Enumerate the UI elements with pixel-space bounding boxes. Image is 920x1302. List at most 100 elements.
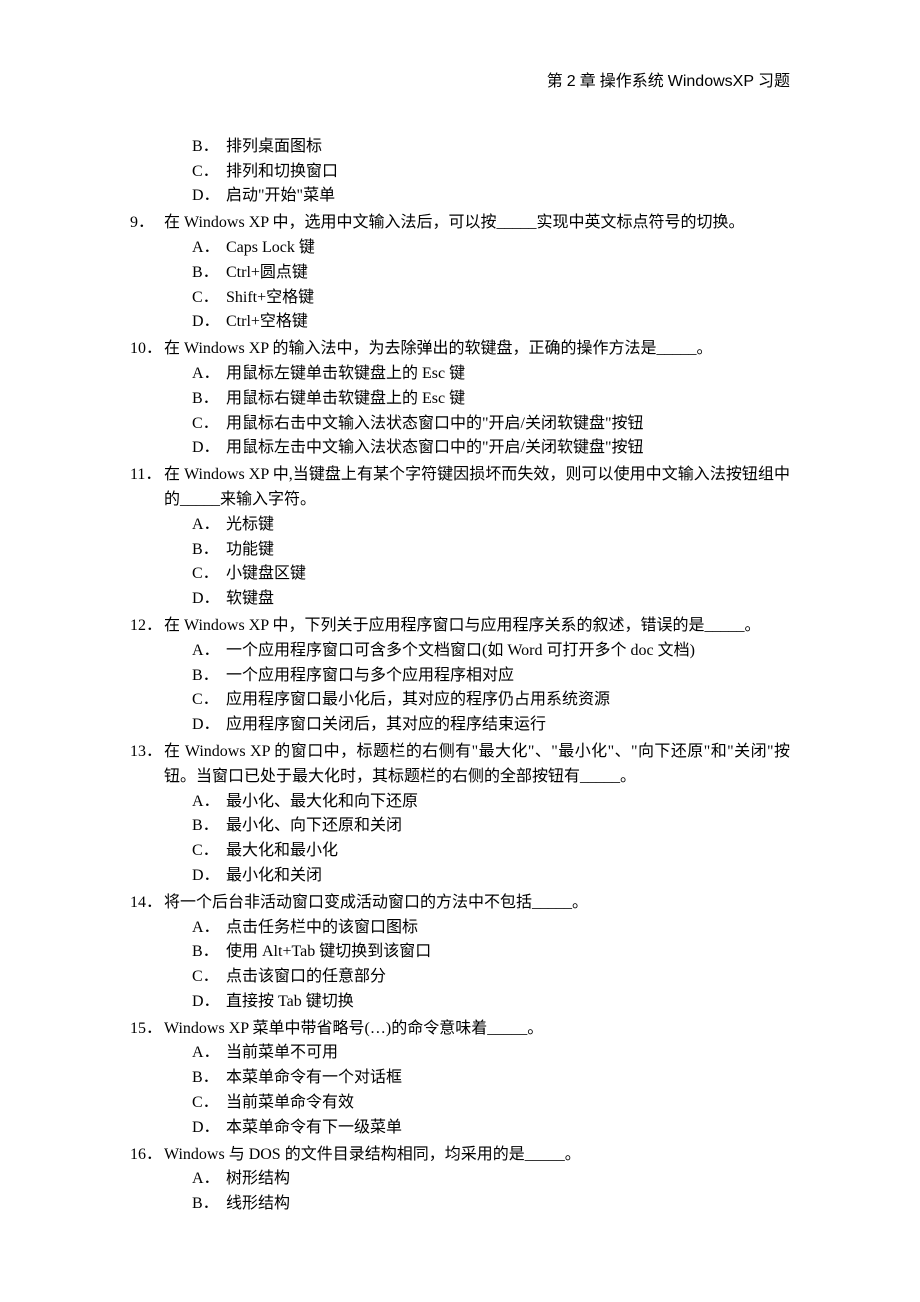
question-13: 13． 在 Windows XP 的窗口中，标题栏的右侧有"最大化"、"最小化"… [130, 740, 790, 889]
fragment-options: B． 排列桌面图标 C． 排列和切换窗口 D． 启动"开始"菜单 [130, 135, 790, 209]
option-letter: C． [192, 965, 226, 990]
option-text: 应用程序窗口最小化后，其对应的程序仍占用系统资源 [226, 688, 610, 713]
option-item: B．Ctrl+圆点键 [192, 261, 790, 286]
header-title-rest: 操作系统 [600, 73, 664, 90]
option-text: 最小化和关闭 [226, 864, 322, 889]
option-text: 光标键 [226, 513, 274, 538]
option-item: B．功能键 [192, 538, 790, 563]
question-number: 10． [130, 337, 164, 362]
question-14: 14． 将一个后台非活动窗口变成活动窗口的方法中不包括_____。 A．点击任务… [130, 891, 790, 1015]
option-letter: B． [192, 538, 226, 563]
options-list: A．光标键 B．功能键 C．小键盘区键 D．软键盘 [130, 513, 790, 612]
option-item: C．Shift+空格键 [192, 286, 790, 311]
option-item: D．用鼠标左击中文输入法状态窗口中的"开启/关闭软键盘"按钮 [192, 436, 790, 461]
option-letter: B． [192, 664, 226, 689]
option-letter: A． [192, 236, 226, 261]
option-letter: B． [192, 1192, 226, 1217]
option-letter: A． [192, 916, 226, 941]
option-item: C．当前菜单命令有效 [192, 1091, 790, 1116]
question-text: 在 Windows XP 中，选用中文输入法后，可以按_____实现中英文标点符… [164, 211, 790, 236]
option-letter: C． [192, 562, 226, 587]
option-item: A．光标键 [192, 513, 790, 538]
option-item: A．用鼠标左键单击软键盘上的 Esc 键 [192, 362, 790, 387]
question-number: 9． [130, 211, 164, 236]
question-number: 12． [130, 614, 164, 639]
option-text: 应用程序窗口关闭后，其对应的程序结束运行 [226, 713, 546, 738]
option-text: 最大化和最小化 [226, 839, 338, 864]
option-item: B．用鼠标右键单击软键盘上的 Esc 键 [192, 387, 790, 412]
options-list: A．最小化、最大化和向下还原 B．最小化、向下还原和关闭 C．最大化和最小化 D… [130, 790, 790, 889]
option-letter: C． [192, 286, 226, 311]
option-text: 最小化、向下还原和关闭 [226, 814, 402, 839]
question-text: 在 Windows XP 的输入法中，为去除弹出的软键盘，正确的操作方法是___… [164, 337, 790, 362]
option-text: 当前菜单不可用 [226, 1041, 338, 1066]
option-letter: A． [192, 639, 226, 664]
question-9: 9． 在 Windows XP 中，选用中文输入法后，可以按_____实现中英文… [130, 211, 790, 335]
option-text: 本菜单命令有下一级菜单 [226, 1116, 402, 1141]
option-text: 一个应用程序窗口可含多个文档窗口(如 Word 可打开多个 doc 文档) [226, 639, 695, 664]
option-letter: B． [192, 1066, 226, 1091]
option-text: 本菜单命令有一个对话框 [226, 1066, 402, 1091]
header-prefix: 第 [547, 73, 563, 90]
option-text: 一个应用程序窗口与多个应用程序相对应 [226, 664, 514, 689]
header-chapter-number: 2 [567, 73, 576, 90]
option-item: D．最小化和关闭 [192, 864, 790, 889]
option-text: 排列桌面图标 [226, 135, 322, 160]
option-letter: A． [192, 790, 226, 815]
option-text: 用鼠标右键单击软键盘上的 Esc 键 [226, 387, 465, 412]
option-text: 软键盘 [226, 587, 274, 612]
option-text: Ctrl+空格键 [226, 310, 308, 335]
option-item: A．当前菜单不可用 [192, 1041, 790, 1066]
option-item: A．一个应用程序窗口可含多个文档窗口(如 Word 可打开多个 doc 文档) [192, 639, 790, 664]
option-item: C．用鼠标右击中文输入法状态窗口中的"开启/关闭软键盘"按钮 [192, 412, 790, 437]
option-text: 功能键 [226, 538, 274, 563]
option-letter: A． [192, 513, 226, 538]
option-text: 用鼠标左击中文输入法状态窗口中的"开启/关闭软键盘"按钮 [226, 436, 644, 461]
option-item: A．点击任务栏中的该窗口图标 [192, 916, 790, 941]
option-item: D．本菜单命令有下一级菜单 [192, 1116, 790, 1141]
option-letter: D． [192, 184, 226, 209]
option-text: 当前菜单命令有效 [226, 1091, 354, 1116]
option-text: 直接按 Tab 键切换 [226, 990, 354, 1015]
question-11: 11． 在 Windows XP 中,当键盘上有某个字符键因损坏而失效，则可以使… [130, 463, 790, 612]
option-letter: D． [192, 587, 226, 612]
option-text: 最小化、最大化和向下还原 [226, 790, 418, 815]
options-list: A．一个应用程序窗口可含多个文档窗口(如 Word 可打开多个 doc 文档) … [130, 639, 790, 738]
options-list: A．Caps Lock 键 B．Ctrl+圆点键 C．Shift+空格键 D．C… [130, 236, 790, 335]
header-chapter-word: 章 [580, 73, 596, 90]
option-item: B．一个应用程序窗口与多个应用程序相对应 [192, 664, 790, 689]
option-item: A．Caps Lock 键 [192, 236, 790, 261]
option-letter: C． [192, 1091, 226, 1116]
option-letter: B． [192, 135, 226, 160]
option-item: D．应用程序窗口关闭后，其对应的程序结束运行 [192, 713, 790, 738]
option-text: 用鼠标左键单击软键盘上的 Esc 键 [226, 362, 465, 387]
option-letter: D． [192, 310, 226, 335]
question-text: 在 Windows XP 中,当键盘上有某个字符键因损坏而失效，则可以使用中文输… [164, 463, 790, 513]
header-title-sans: WindowsXP [668, 73, 754, 90]
option-item: B．最小化、向下还原和关闭 [192, 814, 790, 839]
question-text: 在 Windows XP 的窗口中，标题栏的右侧有"最大化"、"最小化"、"向下… [164, 740, 790, 790]
question-number: 13． [130, 740, 164, 765]
option-letter: D． [192, 1116, 226, 1141]
question-number: 14． [130, 891, 164, 916]
option-letter: B． [192, 387, 226, 412]
option-item: B．线形结构 [192, 1192, 790, 1217]
option-letter: D． [192, 990, 226, 1015]
option-text: 排列和切换窗口 [226, 160, 338, 185]
option-letter: C． [192, 412, 226, 437]
option-text: Ctrl+圆点键 [226, 261, 308, 286]
option-text: Caps Lock 键 [226, 236, 315, 261]
question-number: 16． [130, 1143, 164, 1168]
options-list: A．点击任务栏中的该窗口图标 B．使用 Alt+Tab 键切换到该窗口 C．点击… [130, 916, 790, 1015]
option-text: Shift+空格键 [226, 286, 314, 311]
option-letter: C． [192, 160, 226, 185]
option-letter: A． [192, 362, 226, 387]
option-text: 启动"开始"菜单 [226, 184, 335, 209]
option-item: C． 排列和切换窗口 [192, 160, 790, 185]
question-number: 11． [130, 463, 164, 488]
option-item: D．软键盘 [192, 587, 790, 612]
option-item: C．点击该窗口的任意部分 [192, 965, 790, 990]
option-item: A．最小化、最大化和向下还原 [192, 790, 790, 815]
page-header: 第 2 章 操作系统 WindowsXP 习题 [130, 70, 790, 95]
option-item: B． 排列桌面图标 [192, 135, 790, 160]
